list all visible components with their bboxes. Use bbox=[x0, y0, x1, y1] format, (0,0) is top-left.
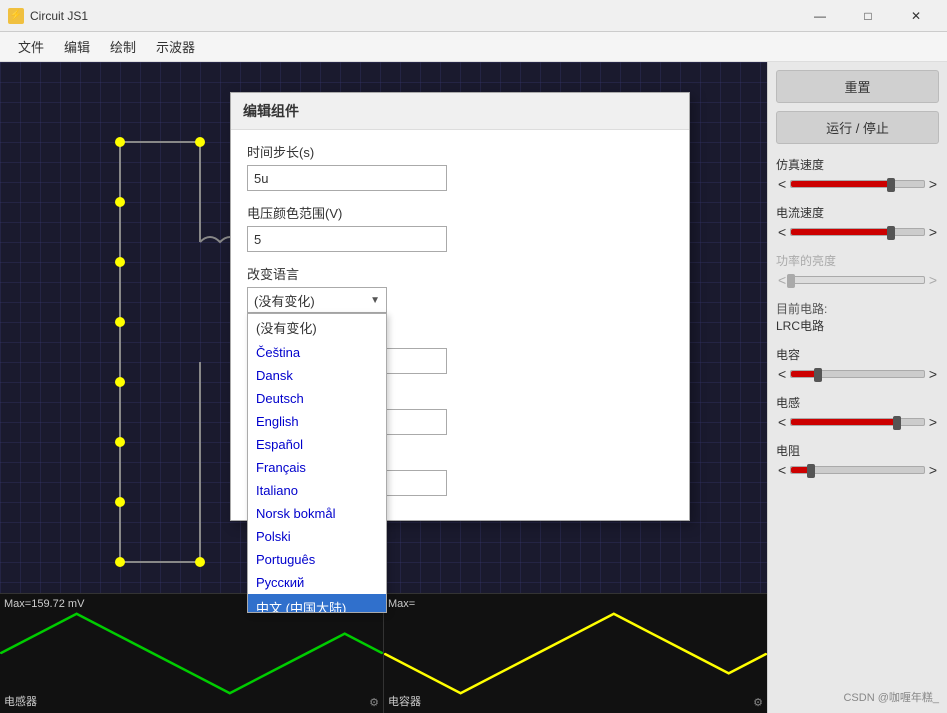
lang-francais[interactable]: Français bbox=[248, 456, 386, 479]
timestep-label: 时间步长(s) bbox=[247, 142, 673, 161]
app-icon: ⚡ bbox=[8, 8, 24, 24]
minimize-button[interactable]: — bbox=[797, 0, 843, 32]
maximize-button[interactable]: □ bbox=[845, 0, 891, 32]
lang-no-change[interactable]: (没有变化) bbox=[248, 314, 386, 341]
voltage-range-input[interactable] bbox=[247, 226, 447, 252]
language-dropdown-selected[interactable]: (没有变化) ▼ bbox=[247, 287, 387, 313]
voltage-range-label: 电压颜色范围(V) bbox=[247, 203, 673, 222]
modal-overlay: 编辑组件 时间步长(s) 电压颜色范围(V) 改变语言 (没有变化) ▼ bbox=[0, 62, 947, 713]
menu-edit[interactable]: 编辑 bbox=[54, 33, 100, 60]
main-content: Max=159.72 mV 电感器 ⚙ Max= 电容器 ⚙ 重置 运行 / 停… bbox=[0, 62, 947, 713]
menu-file[interactable]: 文件 bbox=[8, 33, 54, 60]
selected-language-text: (没有变化) bbox=[254, 291, 315, 310]
lang-cestina[interactable]: Čeština bbox=[248, 341, 386, 364]
app-title: Circuit JS1 bbox=[30, 9, 797, 23]
language-dropdown-list: (没有变化) Čeština Dansk Deutsch English Esp… bbox=[247, 313, 387, 613]
language-group: 改变语言 (没有变化) ▼ (没有变化) Čeština Dansk Deuts… bbox=[247, 264, 673, 313]
close-button[interactable]: ✕ bbox=[893, 0, 939, 32]
lang-dansk[interactable]: Dansk bbox=[248, 364, 386, 387]
voltage-range-group: 电压颜色范围(V) bbox=[247, 203, 673, 252]
dialog-body: 时间步长(s) 电压颜色范围(V) 改变语言 (没有变化) ▼ bbox=[231, 130, 689, 520]
lang-russian[interactable]: Русский bbox=[248, 571, 386, 594]
titlebar: ⚡ Circuit JS1 — □ ✕ bbox=[0, 0, 947, 32]
lang-english[interactable]: English bbox=[248, 410, 386, 433]
dialog-title: 编辑组件 bbox=[231, 93, 689, 130]
lang-espanol[interactable]: Español bbox=[248, 433, 386, 456]
timestep-group: 时间步长(s) bbox=[247, 142, 673, 191]
lang-portugues[interactable]: Português bbox=[248, 548, 386, 571]
edit-component-dialog: 编辑组件 时间步长(s) 电压颜色范围(V) 改变语言 (没有变化) ▼ bbox=[230, 92, 690, 521]
window-controls: — □ ✕ bbox=[797, 0, 939, 32]
language-label: 改变语言 bbox=[247, 264, 673, 283]
lang-deutsch[interactable]: Deutsch bbox=[248, 387, 386, 410]
menu-draw[interactable]: 绘制 bbox=[100, 33, 146, 60]
language-dropdown-container: (没有变化) ▼ (没有变化) Čeština Dansk Deutsch En… bbox=[247, 287, 387, 313]
menu-oscilloscope[interactable]: 示波器 bbox=[146, 33, 205, 60]
lang-chinese-mainland[interactable]: 中文 (中国大陆) bbox=[248, 594, 386, 613]
timestep-input[interactable] bbox=[247, 165, 447, 191]
lang-italiano[interactable]: Italiano bbox=[248, 479, 386, 502]
lang-polski[interactable]: Polski bbox=[248, 525, 386, 548]
lang-norsk[interactable]: Norsk bokmål bbox=[248, 502, 386, 525]
dropdown-arrow-icon: ▼ bbox=[370, 295, 380, 306]
menubar: 文件 编辑 绘制 示波器 bbox=[0, 32, 947, 62]
